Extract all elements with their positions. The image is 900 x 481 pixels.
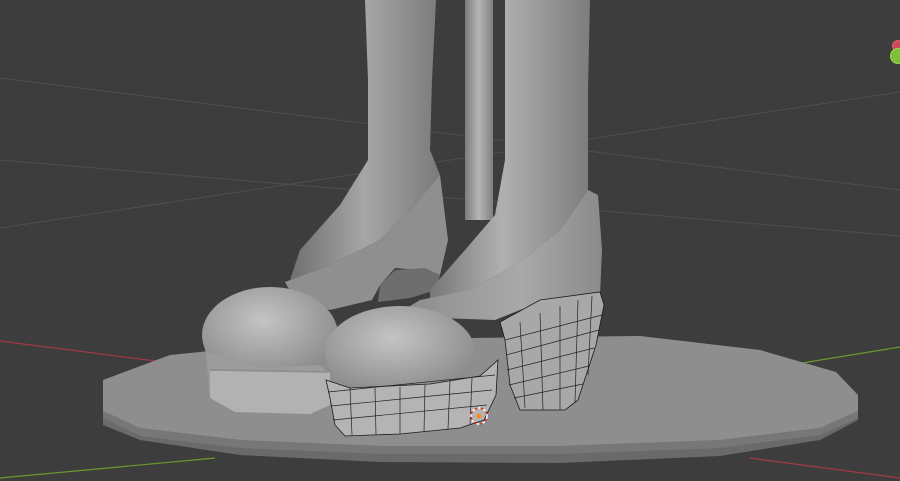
support-pole[interactable] [465, 0, 493, 220]
3d-viewport[interactable] [0, 0, 900, 481]
x-axis-line-right [749, 457, 900, 479]
floor-grid [0, 77, 900, 237]
y-axis-line-right [789, 346, 900, 366]
viewport-scene[interactable] [0, 0, 900, 481]
x-axis-dot-icon[interactable] [890, 48, 900, 64]
navigation-gizmo[interactable] [886, 40, 900, 70]
y-axis-line [0, 457, 216, 479]
